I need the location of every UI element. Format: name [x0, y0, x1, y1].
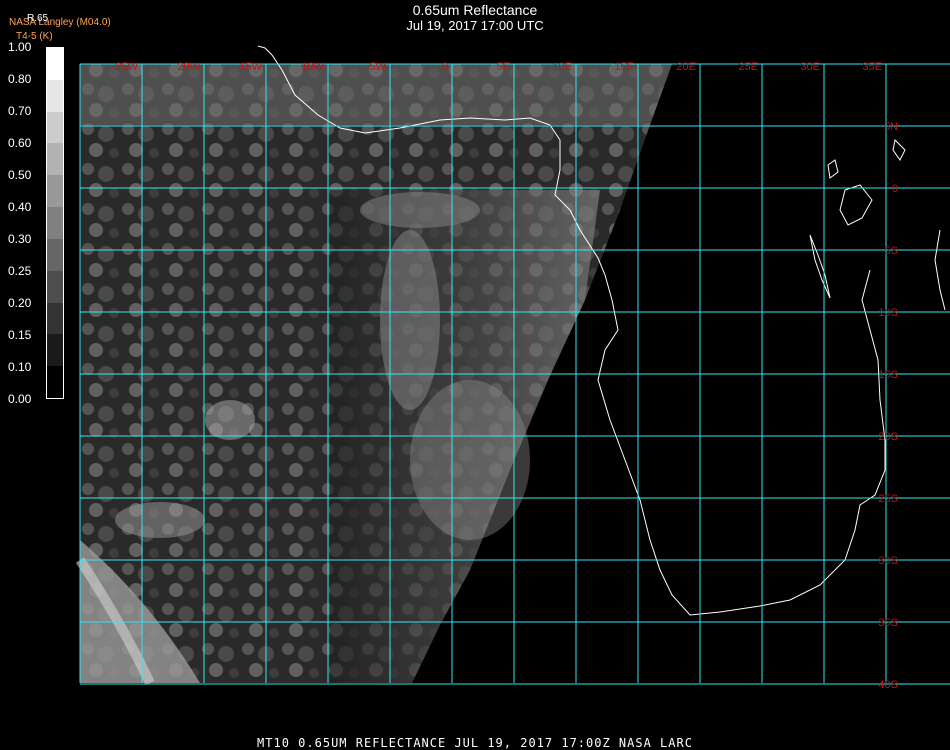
latitude-label: 10S [878, 307, 898, 319]
longitude-label: 5W [370, 61, 387, 73]
longitude-label: 15W [239, 61, 262, 73]
latitude-label: 30S [878, 555, 898, 567]
latitude-label: 15S [878, 369, 898, 381]
longitude-label: 10W [301, 61, 324, 73]
longitude-label: 5E [497, 61, 510, 73]
latitude-label: 40S [878, 679, 898, 691]
satellite-map: 25W 20W 15W 10W 5W 0 5E 10E 15E 20E 25E 30E 35E 5N 0 5S… [75, 45, 950, 691]
footer-caption: MT10 0.65UM REFLECTANCE JUL 19, 2017 17:… [257, 736, 693, 750]
latitude-label: 35S [878, 617, 898, 629]
longitude-label: 20W [177, 61, 200, 73]
longitude-label: 30E [800, 61, 820, 73]
longitude-label: 15E [614, 61, 634, 73]
latitude-label: 20S [878, 431, 898, 443]
latitude-label: 0 [892, 183, 898, 195]
longitude-label: 20E [676, 61, 696, 73]
latitude-label: 25S [878, 493, 898, 505]
longitude-label: 25W [115, 61, 138, 73]
longitude-label: 0 [442, 61, 448, 73]
longitude-label: 10E [552, 61, 572, 73]
latitude-label: 5N [884, 121, 898, 133]
longitude-label: 25E [738, 61, 758, 73]
longitude-label: 35E [862, 61, 882, 73]
latitude-label: 5S [885, 245, 898, 257]
